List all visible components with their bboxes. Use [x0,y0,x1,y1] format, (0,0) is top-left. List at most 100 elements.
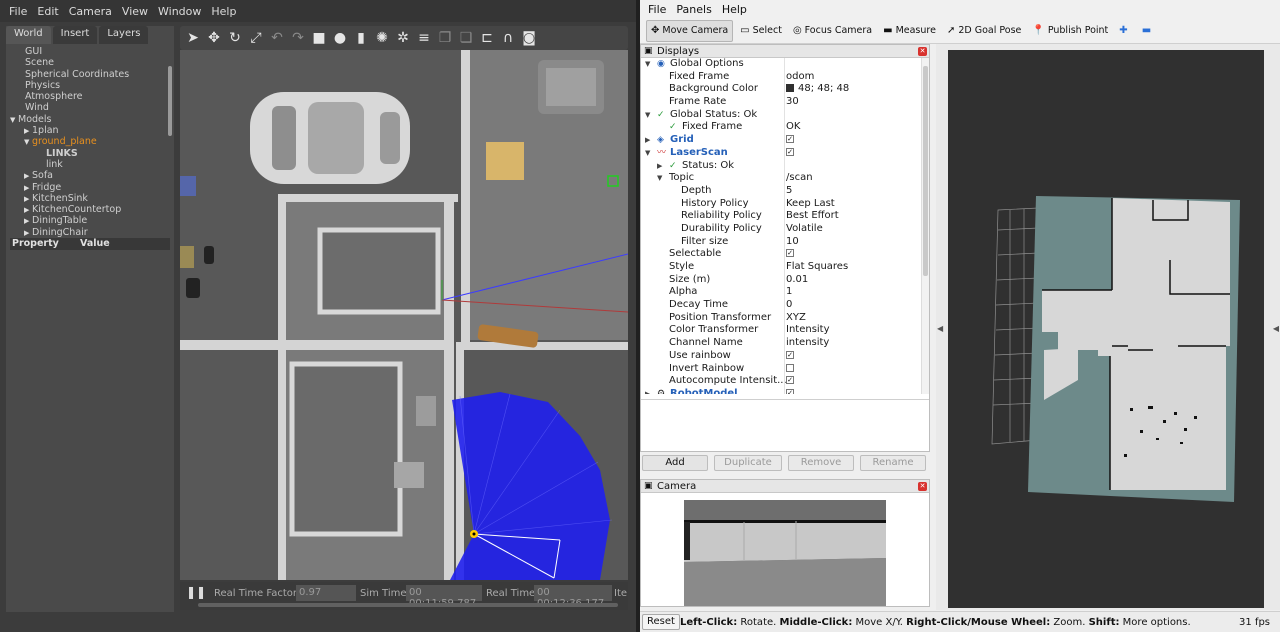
checkbox[interactable]: ✓ [786,376,794,385]
rviz-3d-view[interactable]: ◀ ◀ [936,44,1280,610]
world-tree-item[interactable]: ▶ 1plan [6,125,166,136]
redo-icon[interactable]: ↷ [291,30,305,46]
rv-menu-file[interactable]: File [648,3,666,16]
expanded-arrow-icon[interactable]: ▼ [657,172,665,185]
collapsed-arrow-icon[interactable]: ▶ [24,171,32,182]
2d-goal-pose-tool[interactable]: ➚ 2D Goal Pose [943,20,1025,42]
checkbox[interactable]: ✓ [786,135,794,144]
gz-menu-help[interactable]: Help [211,5,236,18]
display-property-row[interactable]: Background Color 48; 48; 48 [641,83,921,96]
property-value[interactable]: 0 [786,299,792,312]
gazebo-horizontal-scrollbar[interactable] [198,603,618,607]
tab-insert[interactable]: Insert [52,26,98,44]
collapsed-arrow-icon[interactable]: ▶ [657,160,665,173]
gz-menu-edit[interactable]: Edit [37,5,58,18]
focus-camera-tool[interactable]: ◎ Focus Camera [789,20,876,42]
world-tree-item[interactable]: ▶ KitchenCountertop [6,204,166,215]
property-value[interactable]: odom [786,71,814,84]
display-property-row[interactable]: ▶ ◈ Grid ✓ [641,134,921,147]
translate-mode-icon[interactable]: ✥ [207,30,221,46]
display-property-row[interactable]: Frame Rate 30 [641,96,921,109]
world-tree-item[interactable]: Spherical Coordinates [6,69,166,80]
collapse-right-icon[interactable]: ◀ [1273,324,1279,333]
paste-icon[interactable]: ❏ [459,30,473,46]
property-value[interactable]: /scan [786,172,813,185]
color-swatch[interactable] [786,84,794,93]
display-property-row[interactable]: Style Flat Squares [641,261,921,274]
world-tree-item[interactable]: ▶ Sofa [6,170,166,181]
property-value[interactable]: Volatile [786,223,823,236]
display-property-row[interactable]: ▶ ✓ Status: Ok [641,160,921,173]
world-tree-item[interactable]: ▶ DiningChair [6,227,166,238]
world-tree-item[interactable]: ▶ Fridge [6,182,166,193]
scale-mode-icon[interactable]: ⤢ [249,30,263,46]
rename-button[interactable]: Rename [860,455,926,471]
undo-icon[interactable]: ↶ [270,30,284,46]
tab-layers[interactable]: Layers [99,26,149,44]
checkbox[interactable]: ✓ [786,388,794,394]
property-value[interactable]: XYZ [786,312,806,325]
world-tree-item[interactable]: ▶ KitchenSink [6,193,166,204]
display-property-row[interactable]: ▼ 〰 LaserScan ✓ [641,147,921,160]
world-tree-item[interactable]: ▼ ground_plane [6,136,166,147]
property-value[interactable]: Best Effort [786,210,839,223]
property-value[interactable]: Keep Last [786,198,835,211]
gz-menu-window[interactable]: Window [158,5,201,18]
rotate-mode-icon[interactable]: ↻ [228,30,242,46]
pause-icon[interactable]: ❚❚ [186,585,206,599]
select-tool[interactable]: ▭ Select [736,20,786,42]
display-property-row[interactable]: ✓ Fixed Frame OK [641,121,921,134]
cylinder-shape-icon[interactable]: ▮ [354,30,368,46]
rv-menu-help[interactable]: Help [722,3,747,16]
plus-tool[interactable]: ✚ [1115,20,1134,42]
measure-tool[interactable]: ▬ Measure [879,20,940,42]
expanded-arrow-icon[interactable]: ▼ [645,109,653,122]
property-value[interactable]: 0.01 [786,274,808,287]
tab-world[interactable]: World [6,26,51,44]
world-tree-item[interactable]: LINKS [6,148,166,159]
display-property-row[interactable]: Invert Rainbow [641,363,921,376]
display-property-row[interactable]: Alpha 1 [641,286,921,299]
gz-menu-file[interactable]: File [9,5,27,18]
collapsed-arrow-icon[interactable]: ▶ [645,134,653,147]
expanded-arrow-icon[interactable]: ▼ [645,58,653,71]
displays-scrollbar[interactable] [921,58,929,394]
display-property-row[interactable]: Fixed Frame odom [641,71,921,84]
property-value[interactable]: 5 [786,185,792,198]
property-value[interactable]: 30 [786,96,799,109]
display-property-row[interactable]: ▼ ✓ Global Status: Ok [641,109,921,122]
display-property-row[interactable]: Durability Policy Volatile [641,223,921,236]
display-property-row[interactable]: Size (m) 0.01 [641,274,921,287]
checkbox[interactable] [786,363,794,372]
property-value[interactable]: ✓ [786,350,794,363]
select-mode-icon[interactable]: ➤ [186,30,200,46]
close-icon[interactable]: ✕ [918,482,927,491]
property-value[interactable]: ✓ [786,248,794,261]
minus-tool[interactable]: ▬ [1138,20,1158,42]
add-button[interactable]: Add [642,455,708,471]
property-value[interactable] [786,363,794,376]
property-value[interactable]: Intensity [786,324,830,337]
world-tree-item[interactable]: Atmosphere [6,91,166,102]
world-tree-item[interactable]: ▶ DiningTable [6,215,166,226]
expanded-arrow-icon[interactable]: ▼ [24,137,32,148]
display-property-row[interactable]: History Policy Keep Last [641,198,921,211]
copy-icon[interactable]: ❐ [438,30,452,46]
scrollbar-thumb[interactable] [923,66,928,276]
close-icon[interactable]: ✕ [918,47,927,56]
world-tree-item[interactable]: Physics [6,80,166,91]
display-property-row[interactable]: ▼ ◉ Global Options [641,58,921,71]
property-value[interactable]: ✓ [786,375,794,388]
checkbox[interactable]: ✓ [786,350,794,359]
property-value[interactable]: Flat Squares [786,261,848,274]
display-property-row[interactable]: Autocompute Intensit... ✓ [641,375,921,388]
screenshot-icon[interactable]: ◙ [522,30,536,46]
map-render[interactable] [948,50,1264,608]
move-camera-tool[interactable]: ✥ Move Camera [646,19,734,42]
property-value[interactable]: 1 [786,286,792,299]
display-property-row[interactable]: Depth 5 [641,185,921,198]
property-value[interactable]: intensity [786,337,829,350]
duplicate-button[interactable]: Duplicate [714,455,782,471]
property-value[interactable]: 48; 48; 48 [786,83,849,96]
display-property-row[interactable]: Channel Name intensity [641,337,921,350]
